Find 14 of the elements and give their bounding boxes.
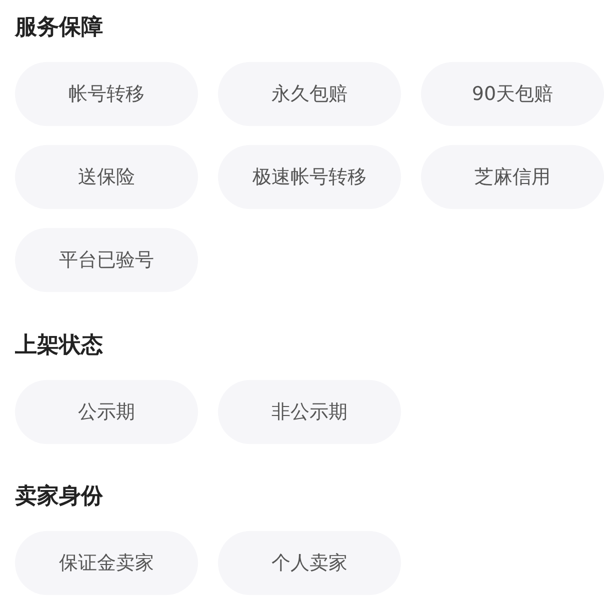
filter-option[interactable]: 保证金卖家 xyxy=(15,531,198,595)
filter-option[interactable]: 送保险 xyxy=(15,145,198,209)
section-title: 服务保障 xyxy=(15,14,103,42)
section-title: 上架状态 xyxy=(15,332,103,360)
filter-option[interactable]: 个人卖家 xyxy=(218,531,401,595)
filter-option[interactable]: 永久包赔 xyxy=(218,62,401,126)
filter-option[interactable]: 90天包赔 xyxy=(421,62,604,126)
filter-option[interactable]: 芝麻信用 xyxy=(421,145,604,209)
filter-option[interactable]: 帐号转移 xyxy=(15,62,198,126)
filter-option[interactable]: 非公示期 xyxy=(218,380,401,444)
filter-option[interactable]: 平台已验号 xyxy=(15,228,198,292)
filter-option[interactable]: 极速帐号转移 xyxy=(218,145,401,209)
section-title: 卖家身份 xyxy=(15,482,103,511)
filter-option[interactable]: 公示期 xyxy=(15,380,198,444)
